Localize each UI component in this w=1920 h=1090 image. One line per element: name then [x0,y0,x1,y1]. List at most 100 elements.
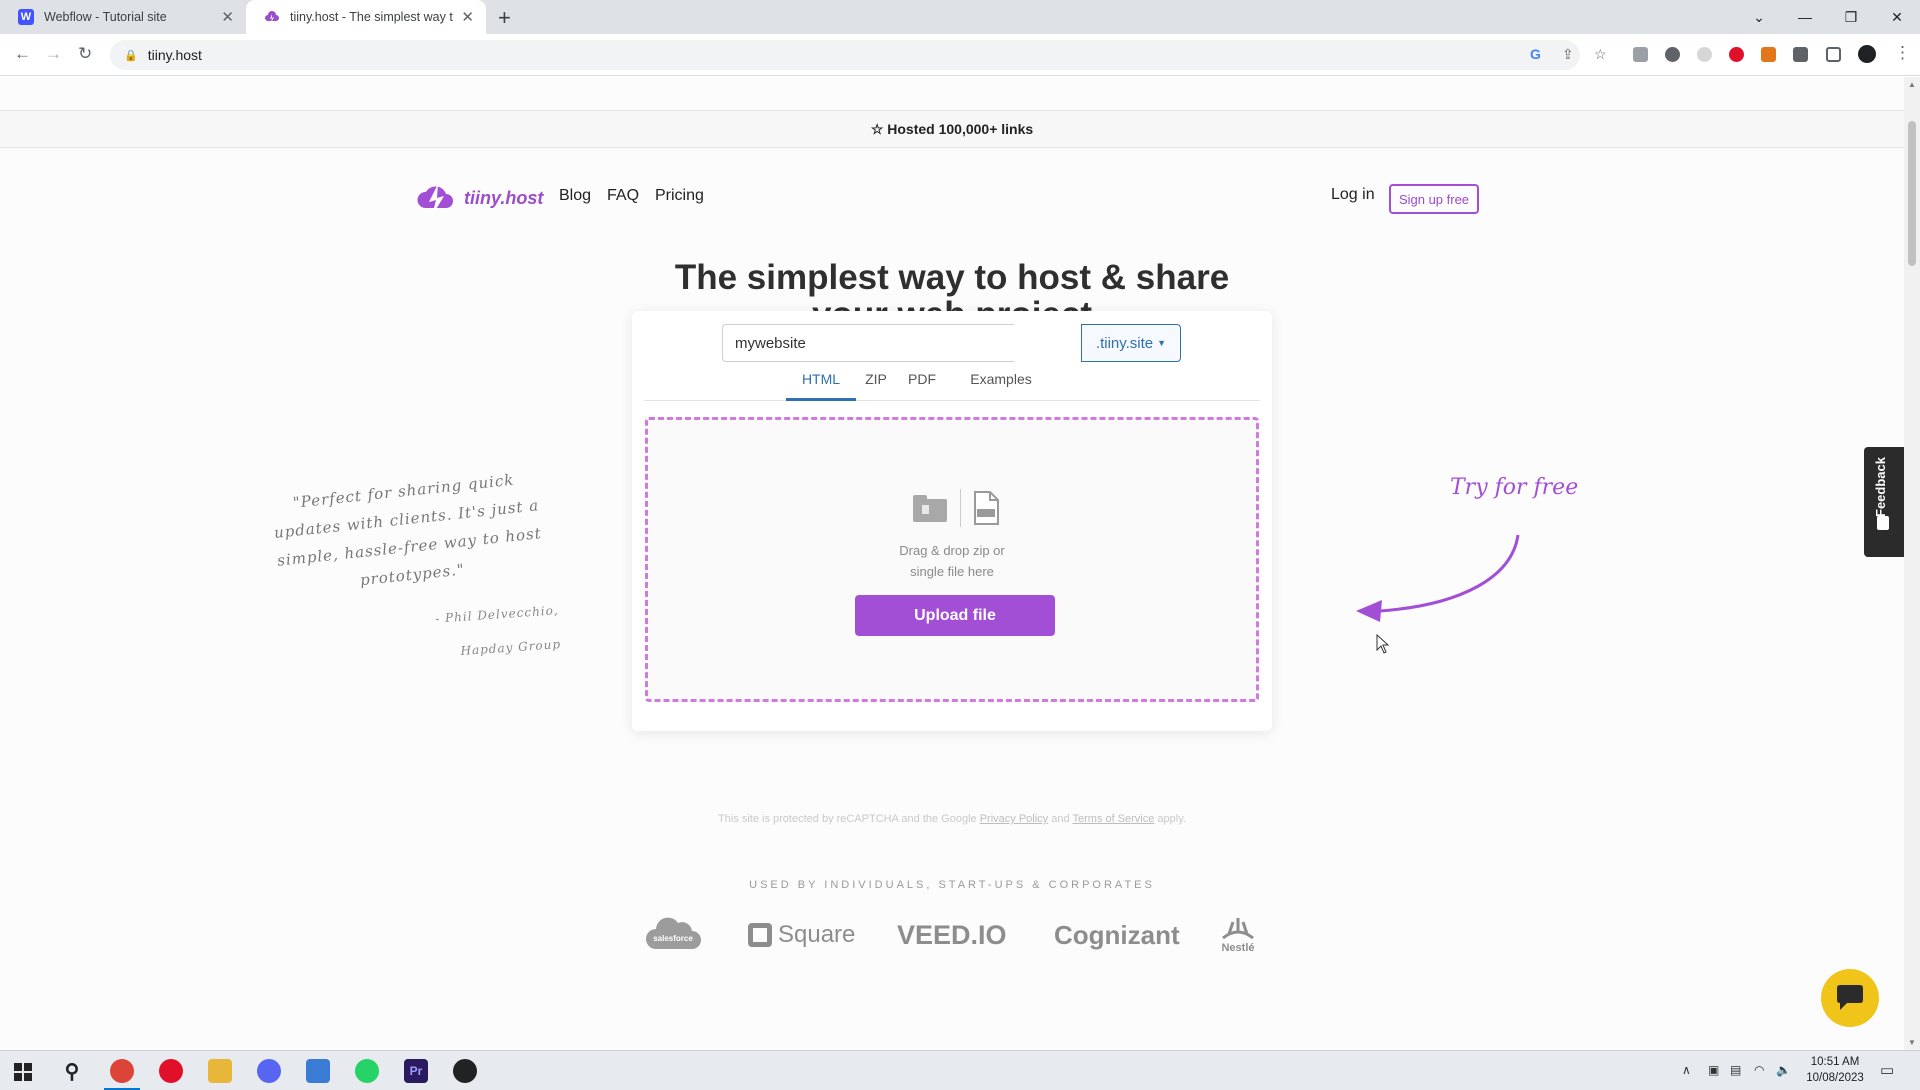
close-window-button[interactable]: ✕ [1874,0,1920,34]
testimonial-author: - Phil Delvecchio, Hapday Group [388,593,562,673]
terms-of-service-link[interactable]: Terms of Service [1072,813,1154,825]
bookmark-star-icon[interactable]: ☆ [1594,46,1607,63]
tray-app-icon[interactable]: ▤ [1730,1063,1741,1077]
dropzone-line-2: single file here [910,564,994,579]
browser-tab-strip: W Webflow - Tutorial site ✕ tiiny.host -… [0,0,1920,34]
tiiny-logo[interactable]: tiiny.host [416,178,543,218]
feedback-icon [1877,516,1889,530]
svg-text:salesforce: salesforce [653,934,693,943]
address-bar-row: ← → ↻ 🔒 tiiny.host G ⇪ ☆ ⋮ [0,34,1920,76]
subdomain-input[interactable] [722,324,1014,362]
search-icon[interactable]: ⚲ [60,1059,84,1083]
app-icon[interactable] [306,1059,330,1083]
back-arrow-icon[interactable]: ← [14,44,31,64]
opera-extension-icon[interactable] [1729,47,1744,62]
clock-date: 10/08/2023 [1806,1072,1864,1084]
tab-search-chevron-icon[interactable]: ⌄ [1736,0,1782,34]
web-page: ☆ Hosted 100,000+ links tiiny.host Blog … [0,77,1904,1050]
browser-tab-tiiny[interactable]: tiiny.host - The simplest way to s ✕ [246,0,486,34]
logo-cognizant: Cognizant [1054,919,1180,950]
chat-bubble-icon [1837,985,1863,1010]
tab-zip[interactable]: ZIP [856,371,896,401]
nav-blog[interactable]: Blog [559,187,591,205]
caret-down-icon: ▼ [1157,338,1167,348]
signup-button[interactable]: Sign up free [1389,184,1479,214]
privacy-policy-link[interactable]: Privacy Policy [980,813,1048,825]
chrome-icon[interactable] [104,1059,140,1090]
page-scrollbar[interactable]: ▲ ▼ [1904,77,1920,1050]
opera-icon[interactable] [159,1059,183,1083]
zip-folder-icon [912,495,947,522]
recaptcha-notice: This site is protected by reCAPTCHA and … [0,813,1904,825]
share-icon[interactable]: ⇪ [1562,46,1574,63]
dropzone-line-1: Drag & drop zip or [899,543,1005,558]
dollar-extension-icon[interactable] [1665,47,1680,62]
salesforce-logo: salesforce [646,917,701,949]
browser-tab-webflow[interactable]: W Webflow - Tutorial site ✕ [0,0,246,34]
login-link[interactable]: Log in [1331,186,1375,204]
discord-icon[interactable] [257,1059,281,1083]
tab-examples[interactable]: Examples [951,371,1051,401]
feedback-tab[interactable]: Feedback [1864,447,1904,557]
upload-file-button[interactable]: Upload file [855,595,1055,636]
nest-birds-icon [1222,918,1254,940]
extension-icon[interactable] [1697,47,1712,62]
scroll-down-arrow-icon[interactable]: ▼ [1908,1038,1916,1047]
tab-title: Webflow - Tutorial site [44,10,167,24]
close-tab-icon[interactable]: ✕ [221,8,234,26]
tray-chevron-up-icon[interactable]: ∧ [1682,1063,1691,1077]
tab-pdf[interactable]: PDF [902,371,942,401]
restore-button[interactable]: ❐ [1828,0,1874,34]
webflow-icon: W [18,9,34,25]
profile-avatar[interactable] [1858,45,1876,63]
scroll-up-arrow-icon[interactable]: ▲ [1908,80,1916,89]
mouse-cursor-icon [1376,634,1390,654]
premiere-pro-icon[interactable]: Pr [404,1059,428,1083]
puzzle-extensions-icon[interactable] [1793,47,1808,62]
domain-label: .tiiny.site [1095,334,1154,352]
url-text: tiiny.host [147,47,202,63]
menu-kebab-icon[interactable]: ⋮ [1894,43,1911,63]
curved-arrow-icon [1356,534,1520,622]
file-dropzone[interactable]: Drag & drop zip or single file here Uplo… [645,417,1259,702]
html-file-icon [973,491,999,525]
close-tab-icon[interactable]: ✕ [461,8,474,26]
logo-salesforce: salesforce [644,911,702,959]
windows-taskbar: ⚲ Pr ∧ ▣ ▤ ◠ 🔈 10:51 AM 10/08/2023 ▭ [0,1050,1920,1090]
metamask-fox-icon[interactable] [1761,47,1776,62]
tab-html[interactable]: HTML [786,371,856,401]
used-by-heading: USED BY INDIVIDUALS, START-UPS & CORPORA… [749,879,1155,891]
new-tab-button[interactable]: + [498,5,511,31]
domain-dropdown[interactable]: .tiiny.site ▼ [1081,324,1181,362]
try-for-free-note: Try for free [1450,475,1579,500]
icon-divider [959,489,961,527]
forward-arrow-icon[interactable]: → [45,44,62,64]
windows-start-icon[interactable] [14,1063,32,1081]
notification-icon[interactable]: ▭ [1880,1061,1894,1079]
file-icons [900,488,1010,528]
nav-faq[interactable]: FAQ [607,187,639,205]
app-icon[interactable] [453,1059,477,1083]
chat-widget-button[interactable] [1821,969,1879,1027]
extension-icon[interactable] [1633,47,1648,62]
file-explorer-icon[interactable] [208,1059,232,1083]
wifi-icon[interactable]: ◠ [1754,1063,1764,1077]
testimonial-quote: "Perfect for sharing quick updates with … [273,470,543,590]
brand-name: tiiny.host [464,187,544,208]
square-mark-icon [748,923,772,947]
scrollbar-thumb[interactable] [1908,121,1916,266]
tray-app-icon[interactable]: ▣ [1708,1063,1719,1077]
nav-pricing[interactable]: Pricing [655,187,704,205]
whatsapp-icon[interactable] [355,1059,379,1083]
minimize-button[interactable]: — [1782,0,1828,34]
tab-title: tiiny.host - The simplest way to s [290,10,454,24]
side-panel-icon[interactable] [1826,47,1841,62]
volume-icon[interactable]: 🔈 [1776,1063,1791,1077]
url-field[interactable]: 🔒 tiiny.host [110,40,1580,70]
google-icon[interactable]: G [1530,46,1541,62]
announcement-bar[interactable]: ☆ Hosted 100,000+ links [0,110,1904,148]
reload-icon[interactable]: ↻ [78,44,92,64]
lock-icon: 🔒 [124,49,138,62]
system-clock[interactable]: 10:51 AM 10/08/2023 [1800,1054,1870,1086]
nestle-wordmark: Nestlé [1221,942,1255,954]
